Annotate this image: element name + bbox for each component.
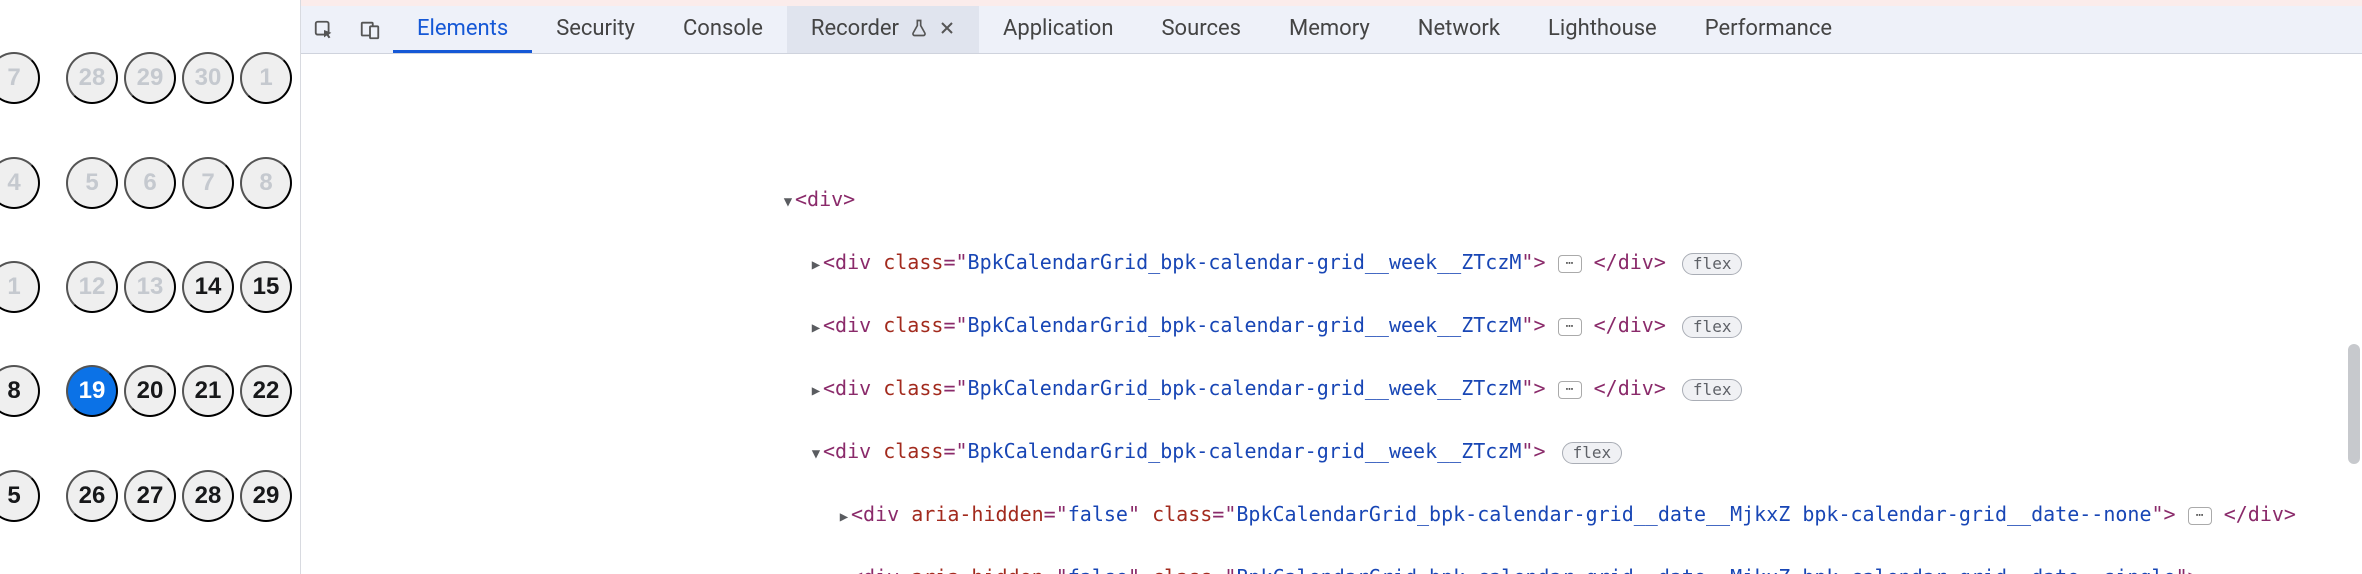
calendar-row: 8 19 20 21 22 [8,365,292,417]
calendar-date[interactable]: 28 [182,470,234,522]
tab-recorder-label: Recorder [811,16,899,41]
calendar-date[interactable]: 8 [240,157,292,209]
calendar-date[interactable]: 20 [124,365,176,417]
flex-badge[interactable]: flex [1562,442,1623,464]
dom-node[interactable]: ▼<div aria-hidden="false" class="BpkCale… [301,562,2362,574]
tab-sources[interactable]: Sources [1137,6,1265,53]
calendar-date[interactable]: 1 [240,52,292,104]
calendar-date[interactable]: 26 [66,470,118,522]
tab-elements[interactable]: Elements [393,6,532,53]
tab-recorder[interactable]: Recorder [787,6,979,53]
calendar-date[interactable]: 27 [124,470,176,522]
calendar-row: 1 12 13 14 15 [8,261,292,313]
dom-node[interactable]: ▶<div aria-hidden="false" class="BpkCale… [301,499,2362,532]
calendar-date[interactable]: 4 [0,157,40,209]
calendar-date[interactable]: 12 [66,261,118,313]
calendar-date[interactable]: 7 [0,52,40,104]
dom-node[interactable]: ▶<div class="BpkCalendarGrid_bpk-calenda… [301,373,2362,406]
calendar-date[interactable]: 29 [240,470,292,522]
calendar-date[interactable]: 1 [0,261,40,313]
tab-console[interactable]: Console [659,6,787,53]
inspect-icon[interactable] [301,6,347,53]
calendar-date[interactable]: 29 [124,52,176,104]
close-icon[interactable] [939,20,955,36]
calendar-date[interactable]: 5 [0,470,40,522]
calendar-date[interactable]: 14 [182,261,234,313]
calendar-date[interactable]: 6 [124,157,176,209]
devtools: Elements Security Console Recorder Appli… [300,0,2362,574]
flex-badge[interactable]: flex [1682,253,1743,275]
ellipsis-icon[interactable]: ⋯ [1558,381,1582,399]
elements-tree[interactable]: ▼<div> ▶<div class="BpkCalendarGrid_bpk-… [301,54,2362,574]
ellipsis-icon[interactable]: ⋯ [1558,255,1582,273]
calendar-row: 7 28 29 30 1 [8,52,292,104]
calendar-date[interactable]: 8 [0,365,40,417]
ellipsis-icon[interactable]: ⋯ [2188,507,2212,525]
calendar: 7 28 29 30 1 4 5 6 7 8 1 12 13 14 15 8 1… [0,0,300,574]
tab-application[interactable]: Application [979,6,1137,53]
ellipsis-icon[interactable]: ⋯ [1558,318,1582,336]
tab-security[interactable]: Security [532,6,659,53]
calendar-date[interactable]: 5 [66,157,118,209]
tab-memory[interactable]: Memory [1265,6,1394,53]
dom-node[interactable]: ▼<div class="BpkCalendarGrid_bpk-calenda… [301,436,2362,469]
dom-node[interactable]: ▶<div class="BpkCalendarGrid_bpk-calenda… [301,247,2362,280]
calendar-date[interactable]: 22 [240,365,292,417]
flex-badge[interactable]: flex [1682,379,1743,401]
tab-performance[interactable]: Performance [1681,6,1856,53]
calendar-date-selected[interactable]: 19 [66,365,118,417]
calendar-date[interactable]: 30 [182,52,234,104]
calendar-date[interactable]: 15 [240,261,292,313]
dom-node[interactable]: ▼<div> [301,184,2362,217]
device-toggle-icon[interactable] [347,6,393,53]
calendar-date[interactable]: 21 [182,365,234,417]
flex-badge[interactable]: flex [1682,316,1743,338]
calendar-row: 5 26 27 28 29 [8,470,292,522]
devtools-toolbar: Elements Security Console Recorder Appli… [301,6,2362,54]
calendar-date[interactable]: 7 [182,157,234,209]
calendar-date[interactable]: 28 [66,52,118,104]
dom-node[interactable]: ▶<div class="BpkCalendarGrid_bpk-calenda… [301,310,2362,343]
tab-lighthouse[interactable]: Lighthouse [1524,6,1681,53]
devtools-tabs: Elements Security Console Recorder Appli… [393,6,1856,53]
calendar-row: 4 5 6 7 8 [8,157,292,209]
calendar-date[interactable]: 13 [124,261,176,313]
tab-network[interactable]: Network [1394,6,1524,53]
flask-icon [909,18,929,38]
